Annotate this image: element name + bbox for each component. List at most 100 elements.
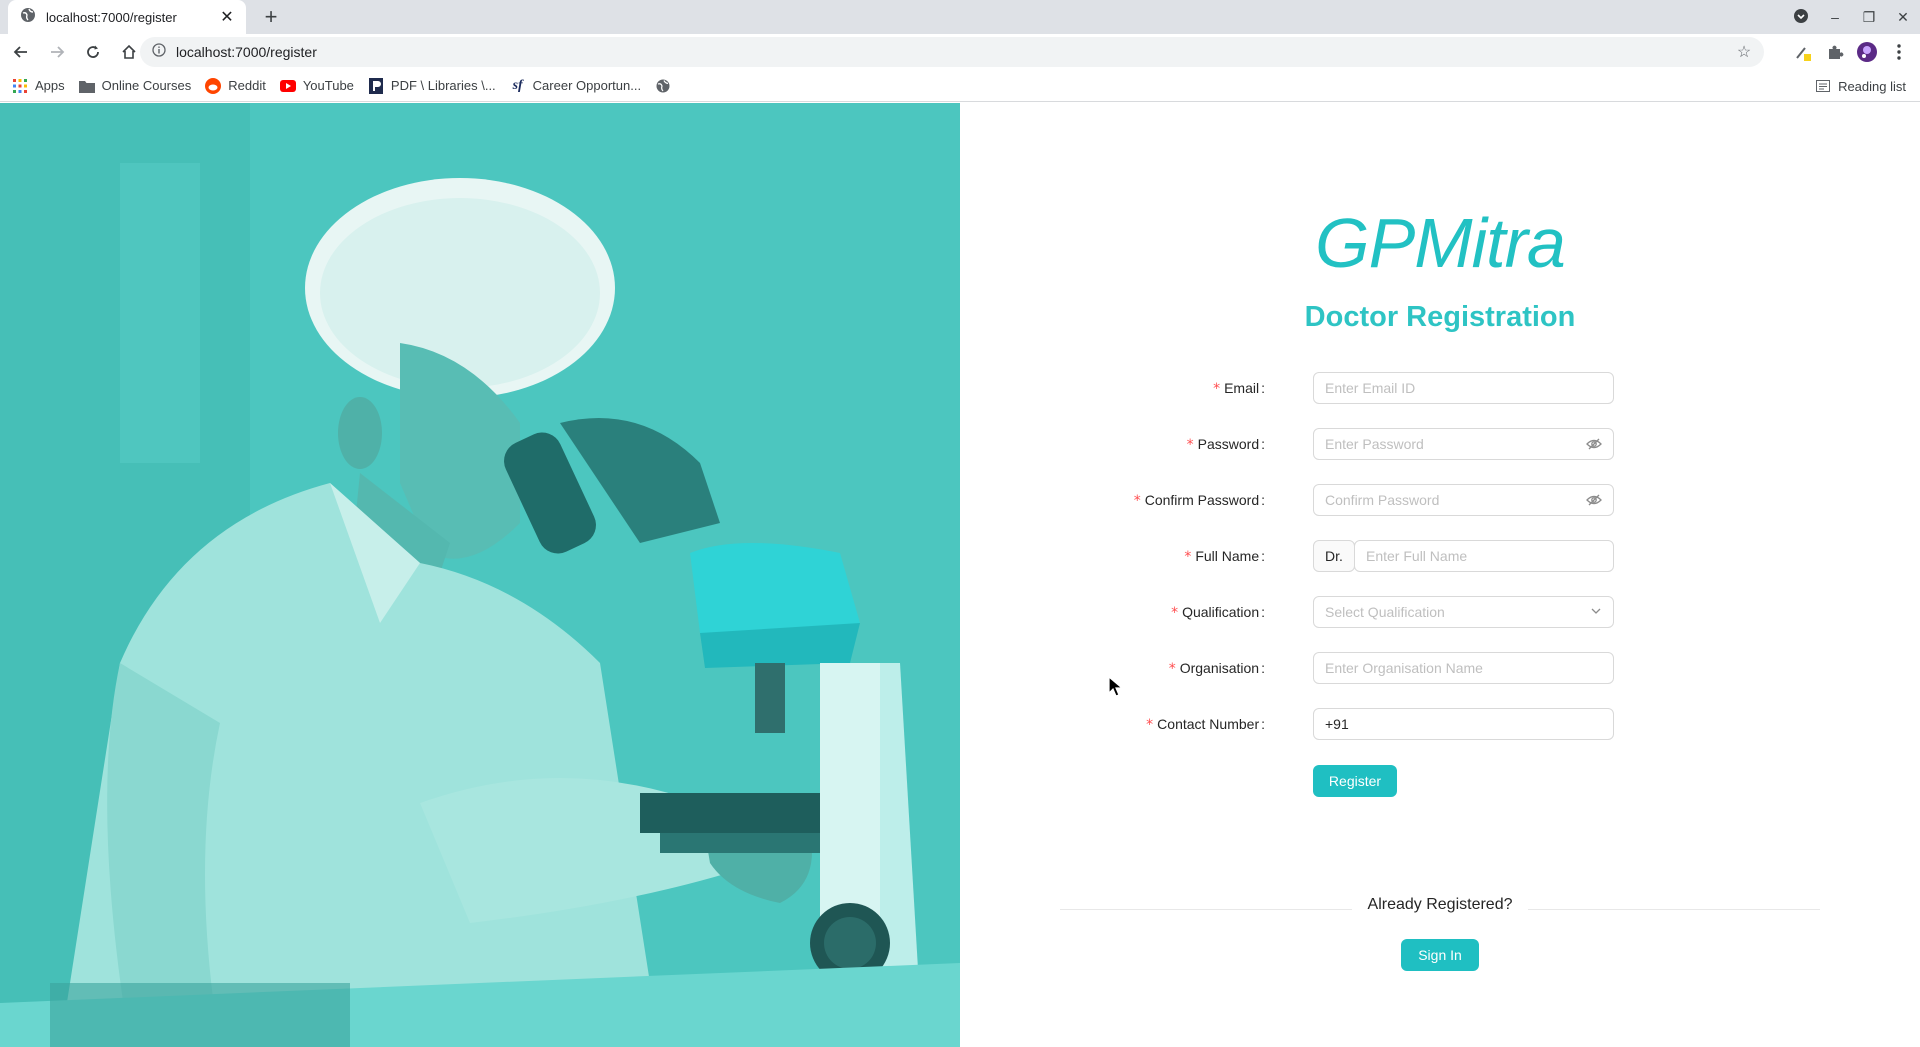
bookmarks-bar: Apps Online Courses Reddit YouTube PDF \… xyxy=(0,70,1920,102)
organisation-placeholder: Enter Organisation Name xyxy=(1325,660,1483,676)
required-mark: * xyxy=(1186,437,1194,453)
bookmark-career[interactable]: sf Career Opportun... xyxy=(510,78,641,94)
confirm-password-placeholder: Confirm Password xyxy=(1325,492,1440,508)
globe-icon xyxy=(20,7,36,28)
registration-panel: GPMitra Doctor Registration * Email: Ente… xyxy=(960,103,1920,1047)
browser-tab[interactable]: localhost:7000/register ✕ xyxy=(8,0,246,34)
qualification-placeholder: Select Qualification xyxy=(1325,604,1445,620)
email-field[interactable]: Enter Email ID xyxy=(1313,372,1614,404)
bookmark-label: YouTube xyxy=(302,78,354,93)
contact-row: * Contact Number: +91 xyxy=(960,708,1920,740)
forward-icon[interactable] xyxy=(42,37,72,67)
sign-in-button[interactable]: Sign In xyxy=(1401,939,1479,971)
label-text: Email xyxy=(1224,380,1260,396)
contact-number-value: +91 xyxy=(1325,716,1349,732)
apps-grid-icon xyxy=(12,78,28,94)
email-label: * Email: xyxy=(1213,380,1265,397)
qualification-label: * Qualification: xyxy=(1171,604,1265,621)
page-content: GPMitra Doctor Registration * Email: Ente… xyxy=(0,103,1920,1047)
avatar[interactable] xyxy=(1854,39,1880,65)
full-name-row: * Full Name: Dr. Enter Full Name xyxy=(960,540,1920,572)
confirm-password-row: * Confirm Password: Confirm Password xyxy=(960,484,1920,516)
organisation-label: * Organisation: xyxy=(1168,660,1265,677)
restore-icon[interactable]: ❐ xyxy=(1852,9,1886,26)
qualification-select[interactable]: Select Qualification xyxy=(1313,596,1614,628)
full-name-label: * Full Name: xyxy=(1184,548,1265,565)
reddit-icon xyxy=(205,77,222,94)
label-text: Full Name xyxy=(1195,548,1260,564)
confirm-password-label: * Confirm Password: xyxy=(1133,492,1265,509)
minimize-icon[interactable]: – xyxy=(1818,9,1852,25)
password-field[interactable]: Enter Password xyxy=(1313,428,1614,460)
menu-icon[interactable] xyxy=(1886,39,1912,65)
bookmark-label: Online Courses xyxy=(101,78,192,93)
contact-label: * Contact Number: xyxy=(1146,716,1265,733)
required-mark: * xyxy=(1133,493,1141,509)
pdf-library-icon xyxy=(368,77,384,94)
bookmark-youtube[interactable]: YouTube xyxy=(279,78,354,94)
bookmark-label: Career Opportun... xyxy=(532,78,642,93)
mouse-cursor-icon xyxy=(1108,675,1124,703)
reading-list-label: Reading list xyxy=(1838,78,1906,94)
window-controls: – ❐ ✕ xyxy=(1784,0,1920,34)
tab-title: localhost:7000/register xyxy=(46,9,177,25)
required-mark: * xyxy=(1213,381,1221,397)
organisation-field[interactable]: Enter Organisation Name xyxy=(1313,652,1614,684)
qualification-row: * Qualification: Select Qualification xyxy=(960,596,1920,628)
tab-search-icon[interactable] xyxy=(1784,8,1818,27)
password-label: * Password: xyxy=(1186,436,1265,453)
new-tab-button[interactable]: + xyxy=(258,4,284,30)
bookmark-apps[interactable]: Apps xyxy=(12,78,65,94)
reload-icon[interactable] xyxy=(78,37,108,67)
globe-icon xyxy=(655,78,671,94)
label-text: Qualification xyxy=(1182,604,1260,620)
label-text: Organisation xyxy=(1179,660,1260,676)
already-registered-label: Already Registered? xyxy=(1351,896,1529,913)
email-row: * Email: Enter Email ID xyxy=(960,372,1920,404)
contact-number-field[interactable]: +91 xyxy=(1313,708,1614,740)
sf-icon: sf xyxy=(512,77,523,93)
bookmark-globe[interactable] xyxy=(655,78,678,94)
required-mark: * xyxy=(1184,549,1192,565)
close-tab-icon[interactable]: ✕ xyxy=(218,7,236,27)
back-icon[interactable] xyxy=(6,37,36,67)
close-window-icon[interactable]: ✕ xyxy=(1886,9,1920,26)
address-bar[interactable]: localhost:7000/register ☆ xyxy=(140,37,1764,67)
title-prefix: Dr. xyxy=(1313,540,1355,572)
bookmark-pdf-libraries[interactable]: PDF \ Libraries \... xyxy=(368,77,496,94)
chevron-down-icon xyxy=(1590,604,1602,620)
full-name-field[interactable]: Enter Full Name xyxy=(1354,540,1614,572)
reading-list-button[interactable]: Reading list xyxy=(1816,70,1906,102)
confirm-password-field[interactable]: Confirm Password xyxy=(1313,484,1614,516)
bookmark-label: Apps xyxy=(35,78,65,93)
label-text: Confirm Password xyxy=(1144,492,1260,508)
bookmark-star-icon[interactable]: ☆ xyxy=(1732,42,1756,62)
eye-invisible-icon[interactable] xyxy=(1586,436,1602,452)
bookmark-label: PDF \ Libraries \... xyxy=(390,78,496,93)
register-button[interactable]: Register xyxy=(1313,765,1397,797)
eye-invisible-icon[interactable] xyxy=(1586,492,1602,508)
brand-logo: GPMitra xyxy=(1315,204,1566,282)
required-mark: * xyxy=(1171,605,1179,621)
bookmark-reddit[interactable]: Reddit xyxy=(205,77,266,94)
puzzle-icon[interactable] xyxy=(1822,39,1848,65)
password-placeholder: Enter Password xyxy=(1325,436,1424,452)
label-text: Password xyxy=(1197,436,1260,452)
info-icon[interactable] xyxy=(152,42,166,62)
url-text: localhost:7000/register xyxy=(176,44,317,60)
eyedropper-extension-icon[interactable] xyxy=(1790,39,1816,65)
scientist-microscope-illustration xyxy=(0,103,960,1047)
page-title: Doctor Registration xyxy=(1304,301,1576,333)
browser-toolbar: localhost:7000/register ☆ xyxy=(0,34,1920,70)
organisation-row: * Organisation: Enter Organisation Name xyxy=(960,652,1920,684)
extensions-area xyxy=(1790,37,1912,67)
youtube-icon xyxy=(279,78,296,94)
label-text: Contact Number xyxy=(1157,716,1260,732)
folder-icon xyxy=(78,78,95,94)
browser-tabstrip: localhost:7000/register ✕ + – ❐ ✕ xyxy=(0,0,1920,34)
bookmark-online-courses[interactable]: Online Courses xyxy=(78,78,192,94)
already-registered-text: Already Registered? xyxy=(960,896,1920,914)
hero-image xyxy=(0,103,960,1047)
password-row: * Password: Enter Password xyxy=(960,428,1920,460)
full-name-placeholder: Enter Full Name xyxy=(1366,548,1468,564)
